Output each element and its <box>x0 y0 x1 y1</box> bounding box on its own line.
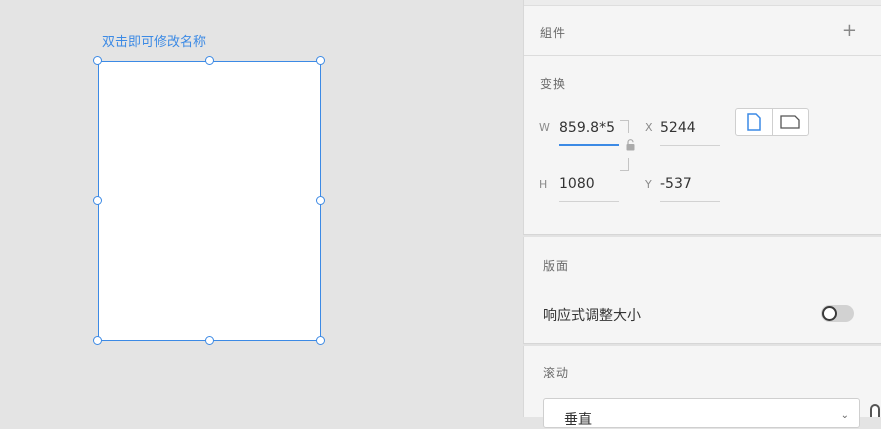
artboard[interactable] <box>98 61 321 341</box>
resize-handle-top-right[interactable] <box>316 56 325 65</box>
scroll-section-title: 滚动 <box>543 366 570 380</box>
transform-section-title: 变换 <box>540 77 567 91</box>
scroll-direction-value: 垂直 <box>564 412 592 428</box>
resize-handle-left[interactable] <box>93 196 102 205</box>
landscape-icon <box>780 115 800 129</box>
width-input-underline <box>559 144 619 146</box>
divider <box>523 234 881 237</box>
resize-handle-bottom-left[interactable] <box>93 336 102 345</box>
scroll-direction-select[interactable]: 垂直 ⌄ <box>543 398 860 428</box>
width-input[interactable] <box>559 119 619 137</box>
canvas[interactable]: 双击即可修改名称 <box>0 0 523 417</box>
lock-bracket-bottom <box>620 158 629 171</box>
panel-top-border <box>524 0 881 6</box>
y-input[interactable] <box>660 175 720 193</box>
width-label: W <box>539 121 550 134</box>
orientation-toggle <box>735 108 809 136</box>
resize-handle-top[interactable] <box>205 56 214 65</box>
toggle-knob <box>822 306 837 321</box>
landscape-button[interactable] <box>771 109 809 135</box>
resize-handle-top-left[interactable] <box>93 56 102 65</box>
resize-handle-bottom-right[interactable] <box>316 336 325 345</box>
x-label: X <box>645 121 653 134</box>
add-component-icon[interactable]: + <box>842 22 857 40</box>
portrait-icon <box>747 113 761 131</box>
layout-section-title: 版面 <box>543 259 570 273</box>
y-label: Y <box>645 178 652 191</box>
resize-handle-bottom[interactable] <box>205 336 214 345</box>
panel-scrollbar-thumb[interactable] <box>870 404 880 417</box>
components-section-title: 組件 <box>540 26 567 40</box>
height-input[interactable] <box>559 175 619 193</box>
divider <box>524 55 881 56</box>
height-input-underline <box>559 201 619 202</box>
height-label: H <box>539 178 548 191</box>
lock-bracket-top <box>620 120 629 133</box>
lock-icon[interactable] <box>626 139 635 151</box>
responsive-resize-label: 响应式调整大小 <box>543 308 641 324</box>
artboard-name-label[interactable]: 双击即可修改名称 <box>102 35 206 51</box>
responsive-resize-toggle[interactable] <box>821 305 854 322</box>
resize-handle-right[interactable] <box>316 196 325 205</box>
y-input-underline <box>660 201 720 202</box>
property-inspector: 組件 + 变换 <box>523 0 881 417</box>
chevron-down-icon: ⌄ <box>840 410 849 421</box>
x-input-underline <box>660 145 720 146</box>
x-input[interactable] <box>660 119 720 137</box>
portrait-button[interactable] <box>736 109 772 135</box>
divider <box>523 343 881 346</box>
